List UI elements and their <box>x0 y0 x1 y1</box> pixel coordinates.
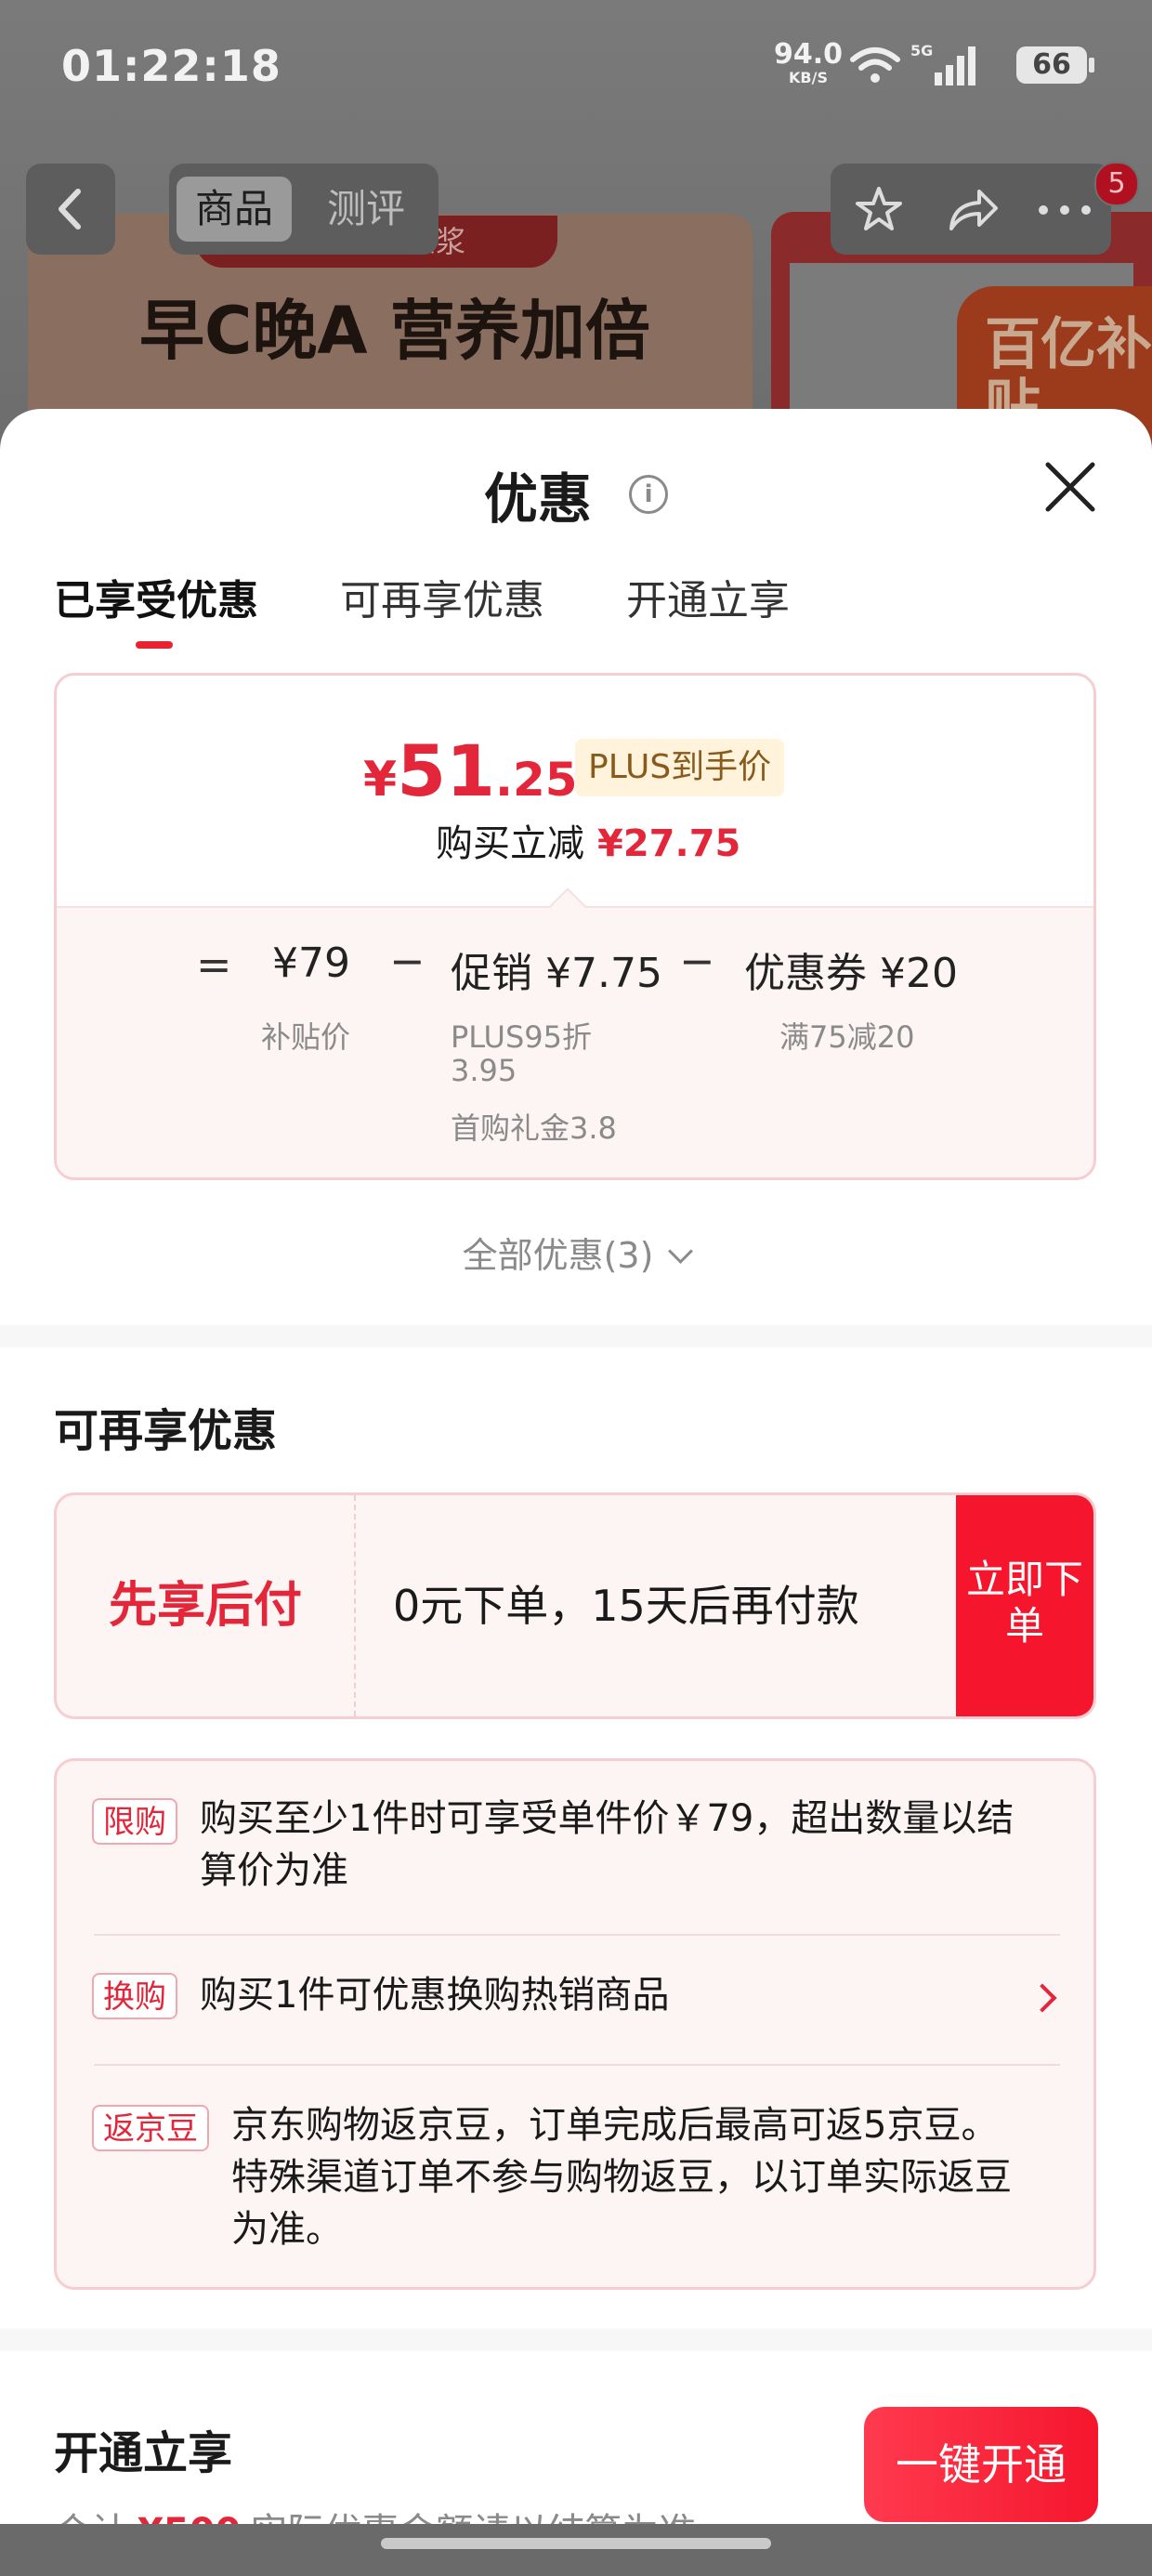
chevron-down-icon <box>668 1239 694 1264</box>
discount-sheet: 优惠 i 已享受优惠 可再享优惠 开通立享 ¥51.25 PLUS到手价 购买立… <box>0 409 1152 2576</box>
active-tab-indicator <box>136 641 173 649</box>
order-now-button[interactable]: 立即下单 <box>956 1495 1093 1716</box>
equals-sign: = <box>196 940 232 990</box>
rule-text-line: 购买至少1件时可享受单件价￥79，超出数量以结 <box>200 1797 1015 1840</box>
rule-text-line: 特殊渠道订单不参与购物返豆，以订单实际返豆 <box>231 2156 1012 2199</box>
rule-text-line: 为准。 <box>231 2208 343 2251</box>
price-currency: ¥ <box>363 752 398 808</box>
final-price: ¥51.25 <box>363 729 578 812</box>
rule-tag-exchange: 换购 <box>92 1973 177 2019</box>
more-icon[interactable] <box>1037 203 1093 220</box>
share-icon[interactable] <box>944 184 1000 240</box>
all-deals-label: 全部优惠(3) <box>462 1235 654 1276</box>
network-type-label: 5G <box>910 43 933 59</box>
base-price-value: ¥79 <box>272 940 350 987</box>
close-icon <box>1045 462 1095 512</box>
purchase-rules-card: 限购 购买至少1件时可享受单件价￥79，超出数量以结 算价为准 换购 购买1件可… <box>54 1758 1096 2290</box>
notification-badge: 5 <box>1094 162 1139 206</box>
product-nav-tabs: 商品 测评 <box>169 164 439 255</box>
minus-sign: − <box>389 936 425 986</box>
dashed-separator <box>354 1495 356 1716</box>
sheet-header: 优惠 i <box>0 455 1152 533</box>
rule-text-jingdou: 京东购物返京豆，订单完成后最高可返5京豆。 特殊渠道订单不参与购物返豆，以订单实… <box>231 2099 1012 2255</box>
star-icon[interactable] <box>853 184 905 240</box>
more-discounts-title: 可再享优惠 <box>54 1405 278 1457</box>
network-speed-value: 94.0 <box>773 38 844 71</box>
pay-later-card: 先享后付 0元下单，15天后再付款 立即下单 <box>54 1492 1096 1719</box>
tab-reviews[interactable]: 测评 <box>308 177 424 242</box>
minus-sign: − <box>679 936 715 986</box>
rule-text-line: 京东购物返京豆，订单完成后最高可返5京豆。 <box>231 2104 999 2147</box>
home-indicator[interactable] <box>381 2538 771 2549</box>
plus-price-tag: PLUS到手价 <box>575 739 785 796</box>
chevron-right-icon <box>1028 1983 1057 2013</box>
reduction-amount: ¥27.75 <box>597 822 741 865</box>
rule-text-line: 算价为准 <box>200 1849 348 1892</box>
tab-more-discounts[interactable]: 可再享优惠 <box>340 567 544 626</box>
section-divider <box>0 2329 1152 2351</box>
promo-plus-amount: 3.95 <box>451 1053 517 1088</box>
rule-tag-jingdou: 返京豆 <box>92 2105 209 2151</box>
network-speed-unit: KB/S <box>789 69 828 86</box>
battery-indicator: 66 <box>1016 46 1094 84</box>
coupon-condition: 满75减20 <box>779 1019 915 1055</box>
price-breakdown-card: ¥51.25 PLUS到手价 购买立减 ¥27.75 = ¥79 补贴价 − 促销… <box>54 673 1096 1180</box>
banner-title: 早C晚A 营养加倍 <box>139 293 650 369</box>
back-button[interactable] <box>26 164 115 255</box>
rule-divider <box>94 2064 1060 2066</box>
open-section-title: 开通立享 <box>54 2427 233 2479</box>
pay-later-description: 0元下单，15天后再付款 <box>393 1581 859 1631</box>
instant-reduction: 购买立减 ¥27.75 <box>436 813 740 867</box>
tab-enjoyed-discounts[interactable]: 已享受优惠 <box>54 567 258 626</box>
price-decimal: .25 <box>494 753 578 807</box>
rule-divider <box>94 1934 1060 1936</box>
tab-product[interactable]: 商品 <box>177 177 293 242</box>
coupon-value: 优惠券 ¥20 <box>744 950 958 997</box>
rule-tag-limit: 限购 <box>92 1798 177 1845</box>
cellular-signal-icon: 5G <box>910 42 975 93</box>
nav-actions <box>831 164 1111 255</box>
reduction-label: 购买立减 <box>436 822 584 865</box>
status-time: 01:22:18 <box>61 41 281 91</box>
close-button[interactable] <box>1041 457 1100 517</box>
wifi-icon <box>849 45 901 89</box>
price-integer: 51 <box>397 729 495 812</box>
sheet-title: 优惠 <box>483 467 592 531</box>
section-divider <box>0 1325 1152 1347</box>
system-nav-area <box>0 2524 1152 2576</box>
back-arrow-icon <box>59 189 81 230</box>
one-click-open-button[interactable]: 一键开通 <box>864 2407 1098 2522</box>
promo-plus-discount: PLUS95折 <box>451 1019 592 1055</box>
final-price-area: ¥51.25 PLUS到手价 购买立减 ¥27.75 <box>57 676 1093 908</box>
base-price-label: 补贴价 <box>261 1019 351 1055</box>
info-icon[interactable]: i <box>629 475 669 514</box>
pay-later-name: 先享后付 <box>108 1578 302 1634</box>
network-speed: 94.0 KB/S <box>771 41 845 85</box>
promo-first-gift: 首购礼金3.8 <box>451 1111 617 1146</box>
tab-open-to-enjoy[interactable]: 开通立享 <box>626 567 790 626</box>
all-deals-toggle[interactable]: 全部优惠(3) <box>0 1227 1152 1278</box>
status-bar: 01:22:18 94.0 KB/S 5G 66 <box>0 0 1152 139</box>
rule-text-limit: 购买至少1件时可享受单件价￥79，超出数量以结 算价为准 <box>200 1793 1014 1897</box>
promo-value: 促销 ¥7.75 <box>451 950 662 997</box>
breakdown-area: = ¥79 补贴价 − 促销 ¥7.75 PLUS95折 3.95 首购礼金3.… <box>57 906 1093 1177</box>
rule-text-exchange: 购买1件可优惠换购热销商品 <box>200 1974 670 2017</box>
